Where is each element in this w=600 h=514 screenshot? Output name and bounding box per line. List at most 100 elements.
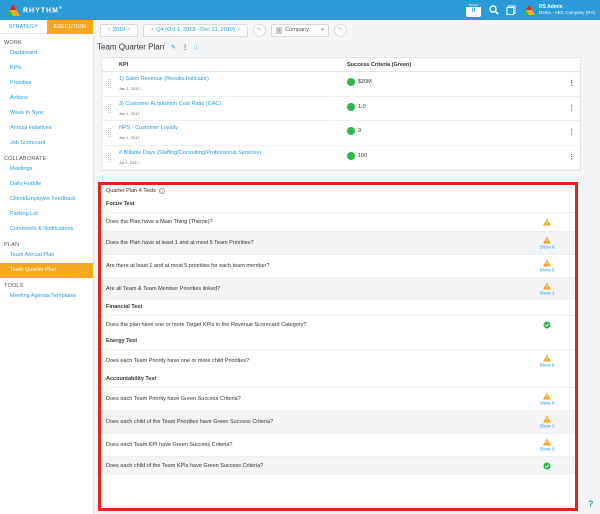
sidebar-item-priorities[interactable]: Priorities [0, 76, 93, 91]
sidebar-item-meetings[interactable]: Meetings [0, 162, 93, 177]
kpi-name[interactable]: 3) Customer Acquisition Cost Ratio (CAC) [119, 101, 221, 107]
user-avatar-icon[interactable] [522, 5, 535, 15]
chevron-left-icon[interactable]: ‹ [151, 27, 153, 33]
kpi-name[interactable]: NPS - Customer Loyalty [119, 125, 178, 131]
drag-handle-icon[interactable] [108, 79, 111, 88]
documents-icon[interactable] [506, 5, 516, 15]
test-row: Are all Team & Team Member Priorities li… [101, 277, 575, 300]
show-link[interactable]: Show 8 [539, 447, 554, 452]
sidebar-item-team-annual-plan[interactable]: Team Annual Plan [0, 248, 93, 263]
drag-handle-icon[interactable] [108, 128, 111, 137]
search-icon[interactable] [489, 5, 499, 15]
test-section-title: Accountability Test [106, 376, 157, 382]
test-row: Does each Team KPI have Green Success Cr… [101, 433, 575, 456]
kpi-name[interactable]: 1) Sales Revenue (Results Indicator) [119, 76, 209, 82]
tab-strategy[interactable]: STRATEGY [0, 20, 47, 34]
show-link[interactable]: Show 1 [539, 291, 554, 296]
kpi-date: Jul 1, 2017 - [119, 159, 142, 165]
warning-icon [543, 282, 551, 290]
show-link[interactable]: Show 6 [539, 401, 554, 406]
test-row: Does each child of the Team KPIs have Gr… [101, 456, 575, 475]
test-status: Show 5 [535, 259, 559, 273]
table-row[interactable]: # Billable Days (Staffing/Consulting/Pro… [102, 146, 580, 170]
logo[interactable]: RHYTHM® [6, 4, 63, 16]
warning-icon [543, 236, 551, 244]
sidebar-item-parking-lot[interactable]: Parking Lot [0, 207, 93, 222]
show-link[interactable]: Show 5 [539, 268, 554, 273]
refresh-button[interactable]: ↻ [252, 23, 266, 37]
sidebar-item-feedback[interactable]: Client/Employee Feedback [0, 192, 93, 207]
edit-pencil-icon[interactable]: ✎ [171, 44, 176, 51]
table-row[interactable]: 3) Customer Acquisition Cost Ratio (CAC)… [102, 97, 580, 121]
sidebar-item-team-quarter-plan[interactable]: Team Quarter Plan [0, 263, 93, 278]
test-section-title: Energy Test [106, 338, 138, 344]
sidebar-item-actions[interactable]: Actions [0, 91, 93, 106]
title-row: Team Quarter Plani ✎ ⋮ ⓘ [97, 40, 600, 54]
info-icon[interactable]: ⓘ [194, 44, 199, 51]
status-green-dot [347, 78, 355, 86]
test-status: Show 8 [535, 438, 559, 452]
refresh-button-2[interactable]: ↻ [333, 23, 347, 37]
drag-handle-icon[interactable] [108, 152, 111, 162]
table-row[interactable]: NPS - Customer Loyalty Jan 1, 2017 - 9 ⋮ [102, 121, 580, 146]
check-circle-icon [543, 462, 551, 470]
sidebar-item-kpis[interactable]: KPIs [0, 61, 93, 76]
chevron-right-icon[interactable]: › [238, 27, 240, 33]
sidebar-item-meeting-agenda-templates[interactable]: Meeting Agenda Templates [0, 289, 93, 304]
test-question: Are there at least 1 and at most 5 prior… [106, 263, 270, 269]
kpi-value: 100 [358, 152, 368, 159]
sidebar-item-dashboard[interactable]: Dashboard [0, 46, 93, 61]
sidebar-item-week-in-sync[interactable]: Week In Sync [0, 106, 93, 121]
show-link[interactable]: Show 6 [539, 245, 554, 250]
test-status [535, 462, 559, 470]
test-question: Does each child of the Team Priorities h… [106, 419, 274, 425]
test-status: Show 1 [535, 282, 559, 296]
quarter-plan-tests: Quarter Plan 4 Tests i Focus Test Does the… [98, 182, 578, 511]
test-status [535, 321, 559, 329]
more-vertical-icon[interactable]: ⋮ [568, 79, 575, 87]
kpi-date: Jan 1, 2017 - [119, 135, 143, 140]
sidebar-item-daily-huddle[interactable]: Daily Huddle [0, 177, 93, 192]
kpi-name[interactable]: # Billable Days (Staffing/Consulting/Pro… [119, 150, 261, 156]
test-section-title: Financial Test [106, 304, 143, 310]
more-vertical-icon[interactable]: ⋮ [568, 128, 575, 136]
status-green-dot [347, 151, 355, 160]
chevron-left-icon[interactable]: ‹ [108, 27, 110, 33]
scope-select[interactable]: T Company ▾ [270, 23, 329, 37]
show-link[interactable]: Show 2 [539, 424, 554, 429]
kpi-panel: KPI Success Criteria (Green) 1) Sales Re… [101, 57, 581, 171]
kpi-value: $20M [358, 79, 372, 85]
show-link[interactable]: Show 6 [539, 363, 554, 368]
sidebar-item-annual-initiatives[interactable]: Annual Initiatives [0, 121, 93, 136]
test-row: Does the Plan have a Main Thing (Theme)? [101, 212, 575, 231]
chevron-right-icon[interactable]: › [128, 27, 130, 33]
today-calendar-icon[interactable]: TODAY 6 [465, 3, 481, 17]
toolbar: ‹ 2019 › ‹ Q4 (Oct 1, 2019 - Dec 31, 201… [97, 20, 600, 40]
page-title: Team Quarter Plani [97, 42, 166, 52]
warning-icon [543, 354, 551, 362]
sidebar-item-comments[interactable]: Comments & Notifications [0, 222, 93, 237]
help-icon[interactable]: ? [588, 499, 594, 509]
sidebar-item-job-scorecard[interactable]: Job Scorecard [0, 136, 93, 151]
test-status: Show 2 [535, 415, 559, 429]
table-row[interactable]: 1) Sales Revenue (Results Indicator) Jan… [102, 72, 580, 97]
info-icon[interactable]: i [159, 188, 166, 194]
test-question: Does the Plan have at least 1 and at mos… [106, 240, 254, 246]
quarter-selector[interactable]: ‹ Q4 (Oct 1, 2019 - Dec 31, 2019) › [143, 23, 248, 37]
success-col-header: Success Criteria (Green) [347, 61, 412, 68]
scope-badge: T [275, 26, 283, 34]
status-green-dot [347, 127, 355, 135]
warning-icon [543, 259, 551, 267]
top-right-controls: TODAY 6 RS Admin Demo - ABC Company (RA) [465, 0, 600, 20]
more-vertical-icon[interactable]: ⋮ [568, 104, 575, 112]
year-value: 2019 [113, 27, 126, 33]
more-vertical-icon[interactable]: ⋮ [182, 44, 188, 51]
tab-execution[interactable]: EXECUTION [46, 20, 93, 34]
year-selector[interactable]: ‹ 2019 › [100, 23, 139, 37]
user-menu[interactable]: RS Admin Demo - ABC Company (RA) [539, 4, 595, 16]
status-green-dot [347, 102, 355, 111]
warning-icon [543, 218, 551, 226]
kpi-table-header: KPI Success Criteria (Green) [102, 58, 580, 72]
drag-handle-icon[interactable] [108, 103, 111, 113]
more-vertical-icon[interactable]: ⋮ [568, 153, 575, 161]
